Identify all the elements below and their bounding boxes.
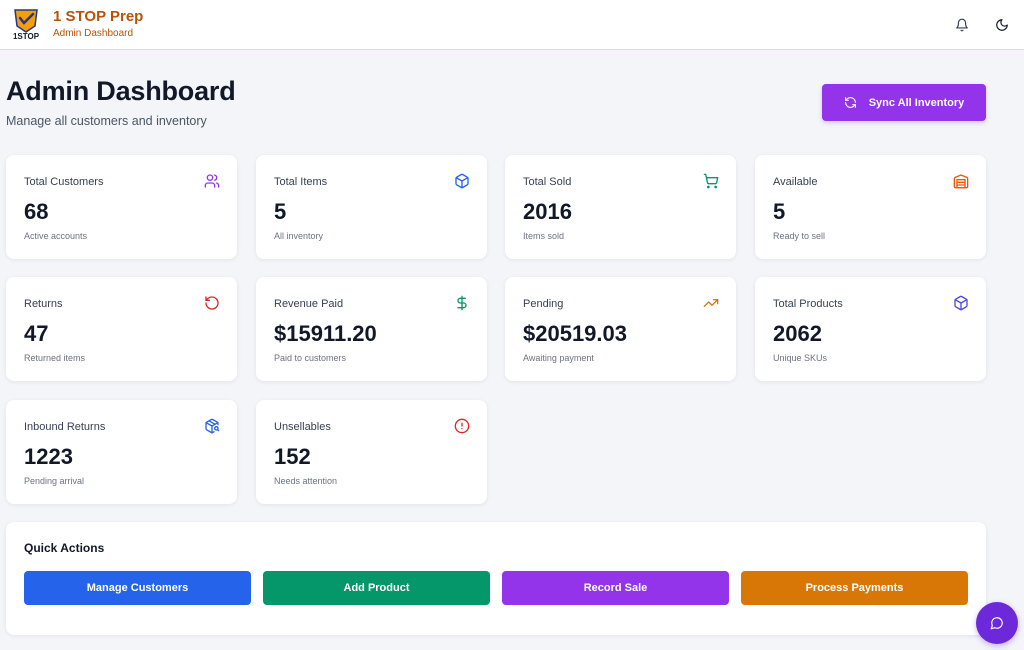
stat-label: Pending [523, 298, 564, 310]
stat-card-total-sold: Total Sold 2016 Items sold [505, 155, 736, 259]
stat-card-unsellables: Unsellables 152 Needs attention [256, 400, 487, 504]
stat-caption: Needs attention [274, 476, 338, 486]
stat-label: Total Sold [523, 176, 572, 188]
stat-value: 152 [274, 444, 311, 469]
stat-caption: Returned items [24, 353, 86, 363]
brand-logo[interactable]: 1STOP [9, 6, 43, 42]
sync-all-inventory-button[interactable]: Sync All Inventory [822, 84, 986, 121]
stat-caption: Awaiting payment [523, 353, 594, 363]
stat-card-inbound-returns: Inbound Returns 1223 Pending arrival [6, 400, 237, 504]
stat-caption: All inventory [274, 231, 324, 241]
top-bar: 1STOP 1 STOP Prep Admin Dashboard [0, 0, 1024, 50]
stat-value: 5 [773, 199, 786, 224]
manage-customers-button[interactable]: Manage Customers [24, 571, 251, 605]
quick-actions-panel: Quick Actions Manage Customers Add Produ… [6, 522, 986, 635]
stat-value: 47 [24, 321, 49, 346]
message-circle-icon [990, 617, 1003, 630]
brand-subtitle: Admin Dashboard [53, 28, 134, 39]
chat-button[interactable] [976, 602, 1018, 644]
brand-name: 1 STOP Prep [53, 8, 144, 25]
stat-value: $15911.20 [274, 321, 377, 346]
refresh-icon [844, 97, 856, 108]
stat-caption: Ready to sell [773, 231, 826, 241]
notifications-bell-icon[interactable] [950, 13, 974, 37]
box-icon [455, 173, 469, 189]
cart-icon [703, 173, 719, 189]
stat-label: Revenue Paid [274, 298, 344, 310]
stat-label: Inbound Returns [24, 421, 106, 433]
stat-caption: Unique SKUs [773, 353, 828, 363]
page-subtitle: Manage all customers and inventory [6, 114, 207, 128]
package-icon [954, 295, 968, 311]
stat-card-revenue-paid: Revenue Paid $15911.20 Paid to customers [256, 277, 487, 381]
stat-card-total-items: Total Items 5 All inventory [256, 155, 487, 259]
stat-value: 2062 [773, 321, 822, 346]
add-product-button[interactable]: Add Product [263, 571, 490, 605]
users-icon [204, 174, 220, 188]
stat-value: 1223 [24, 444, 73, 469]
stat-value: 68 [24, 199, 49, 224]
stat-label: Unsellables [274, 421, 331, 433]
stat-label: Total Products [773, 298, 843, 310]
brand: 1 STOP Prep Admin Dashboard [53, 8, 143, 40]
page-title: Admin Dashboard [6, 76, 236, 106]
stat-card-total-customers: Total Customers 68 Active accounts [6, 155, 237, 259]
stat-card-total-products: Total Products 2062 Unique SKUs [755, 277, 986, 381]
stat-caption: Items sold [523, 231, 565, 241]
rotate-ccw-icon [205, 296, 219, 310]
dark-mode-moon-icon[interactable] [990, 13, 1014, 37]
trending-up-icon [703, 299, 719, 307]
stat-caption: Paid to customers [274, 353, 347, 363]
sync-button-label: Sync All Inventory [868, 96, 965, 109]
stat-label: Total Items [274, 176, 328, 188]
record-sale-button[interactable]: Record Sale [502, 571, 729, 605]
stat-card-returns: Returns 47 Returned items [6, 277, 237, 381]
stat-label: Returns [24, 298, 63, 310]
stat-card-available: Available 5 Ready to sell [755, 155, 986, 259]
stat-label: Available [773, 176, 818, 188]
stat-value: 5 [274, 199, 287, 224]
stat-caption: Pending arrival [24, 476, 85, 486]
stat-value: $20519.03 [523, 321, 627, 346]
alert-circle-icon [454, 418, 470, 434]
quick-actions-title: Quick Actions [24, 541, 105, 555]
stat-value: 2016 [523, 199, 572, 224]
package-search-icon [205, 418, 220, 434]
stat-card-pending: Pending $20519.03 Awaiting payment [505, 277, 736, 381]
warehouse-icon [953, 174, 969, 189]
stat-caption: Active accounts [24, 231, 88, 241]
process-payments-button[interactable]: Process Payments [741, 571, 968, 605]
svg-text:1STOP: 1STOP [13, 32, 40, 41]
dollar-icon [457, 295, 467, 311]
stat-label: Total Customers [24, 176, 104, 188]
